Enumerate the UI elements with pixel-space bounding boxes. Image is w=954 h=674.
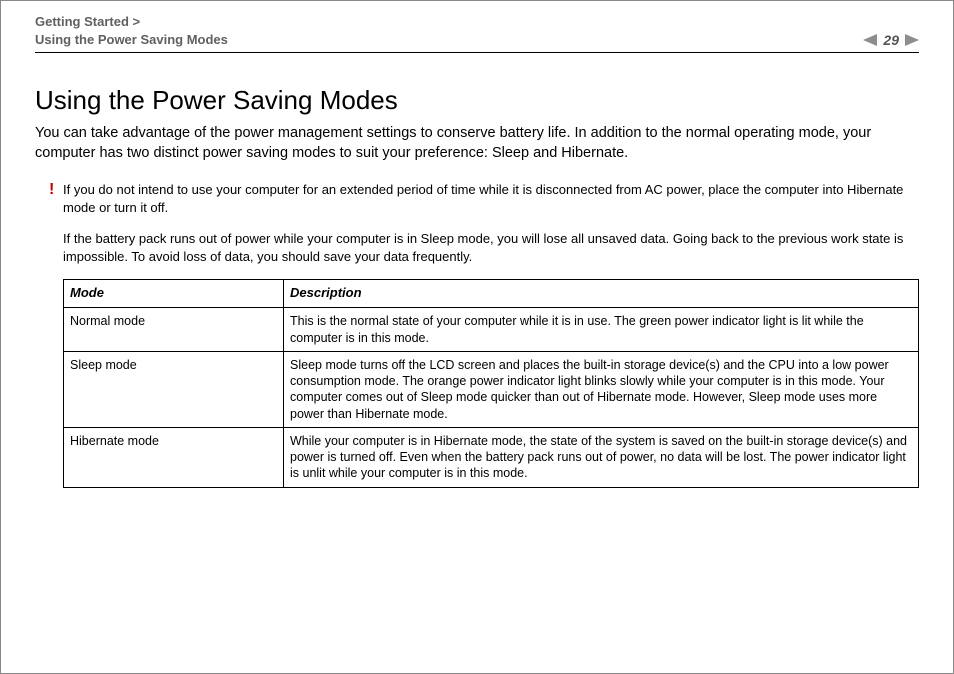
page-header: Getting Started > Using the Power Saving… — [35, 13, 919, 53]
table-head-mode: Mode — [64, 280, 284, 308]
table-row: Hibernate mode While your computer is in… — [64, 427, 919, 487]
desc-cell: This is the normal state of your compute… — [284, 308, 919, 352]
alert-text-1: If you do not intend to use your compute… — [63, 181, 915, 216]
table-row: Normal mode This is the normal state of … — [64, 308, 919, 352]
alert-text-2: If the battery pack runs out of power wh… — [63, 230, 915, 265]
mode-cell: Sleep mode — [64, 351, 284, 427]
mode-cell: Hibernate mode — [64, 427, 284, 487]
breadcrumb: Getting Started > Using the Power Saving… — [35, 13, 228, 48]
table-head-desc: Description — [284, 280, 919, 308]
page-title: Using the Power Saving Modes — [35, 85, 919, 116]
modes-table: Mode Description Normal mode This is the… — [63, 279, 919, 487]
page-nav: 29 — [863, 32, 919, 48]
intro-paragraph: You can take advantage of the power mana… — [35, 124, 919, 163]
page-number: 29 — [883, 32, 899, 48]
table-row: Sleep mode Sleep mode turns off the LCD … — [64, 351, 919, 427]
alert-icon: ! — [49, 179, 54, 201]
breadcrumb-line-2: Using the Power Saving Modes — [35, 31, 228, 49]
mode-cell: Normal mode — [64, 308, 284, 352]
next-page-icon[interactable] — [905, 34, 919, 46]
desc-cell: Sleep mode turns off the LCD screen and … — [284, 351, 919, 427]
breadcrumb-line-1: Getting Started > — [35, 13, 228, 31]
prev-page-icon[interactable] — [863, 34, 877, 46]
desc-cell: While your computer is in Hibernate mode… — [284, 427, 919, 487]
alert-block: ! If you do not intend to use your compu… — [63, 181, 915, 265]
table-header-row: Mode Description — [64, 280, 919, 308]
